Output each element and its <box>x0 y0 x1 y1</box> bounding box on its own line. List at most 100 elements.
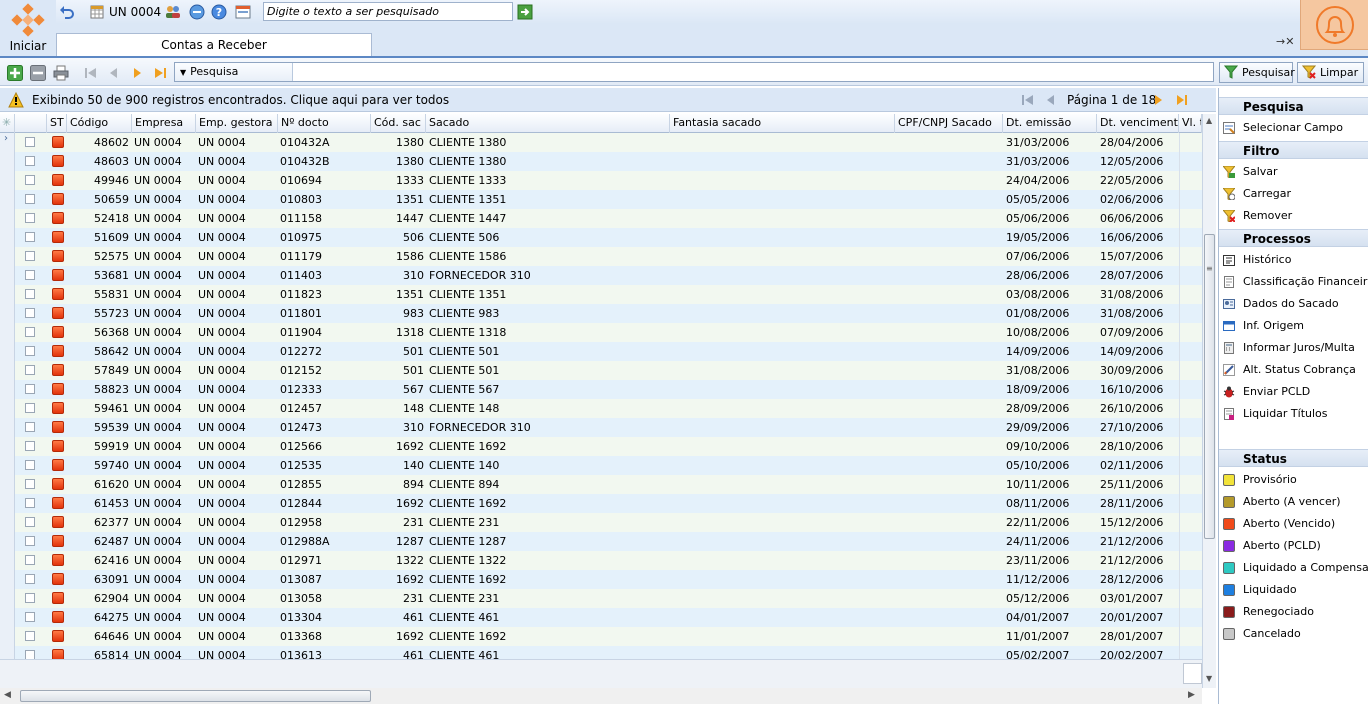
table-row[interactable]: 57849 UN 0004 UN 0004 012152 501 CLIENTE 501 3… <box>0 361 1202 380</box>
next-page-icon[interactable] <box>1153 94 1165 106</box>
company-unit-label[interactable]: UN 0004 <box>109 4 161 20</box>
first-page-icon[interactable] <box>1022 94 1034 106</box>
users-icon[interactable] <box>164 3 182 21</box>
row-selector[interactable] <box>0 342 15 361</box>
header-check[interactable] <box>15 114 47 133</box>
header-cod-sac[interactable]: Cód. sac <box>371 114 426 133</box>
header-vl[interactable]: Vl. t <box>1179 114 1202 133</box>
row-checkbox[interactable] <box>25 460 35 470</box>
next-record-icon[interactable] <box>128 64 145 81</box>
row-selector[interactable] <box>0 228 15 247</box>
row-selector[interactable] <box>0 456 15 475</box>
row-selector[interactable] <box>0 494 15 513</box>
table-row[interactable]: 59919 UN 0004 UN 0004 012566 1692 CLIENTE 169… <box>0 437 1202 456</box>
search-dropdown[interactable]: ▼ Pesquisa <box>175 63 293 81</box>
go-arrow-icon[interactable] <box>516 3 534 21</box>
row-selector[interactable] <box>0 532 15 551</box>
table-row[interactable]: 51609 UN 0004 UN 0004 010975 506 CLIENTE 506 1… <box>0 228 1202 247</box>
table-row[interactable]: 59539 UN 0004 UN 0004 012473 310 FORNECEDOR 3… <box>0 418 1202 437</box>
header-dt-vencimento[interactable]: Dt. vencimento <box>1097 114 1179 133</box>
close-tab-icon[interactable]: →✕ <box>1276 35 1294 48</box>
table-row[interactable]: 62377 UN 0004 UN 0004 012958 231 CLIENTE 231 2… <box>0 513 1202 532</box>
row-checkbox[interactable] <box>25 327 35 337</box>
table-row[interactable]: 58642 UN 0004 UN 0004 012272 501 CLIENTE 501 1… <box>0 342 1202 361</box>
row-selector[interactable] <box>0 152 15 171</box>
header-empresa[interactable]: Empresa <box>132 114 196 133</box>
search-filter-field[interactable]: ▼ Pesquisa <box>174 62 1214 82</box>
horizontal-scrollbar[interactable]: ◀ ▶ <box>0 688 1202 704</box>
row-selector[interactable] <box>0 190 15 209</box>
row-selector[interactable] <box>0 399 15 418</box>
minimize-window-icon[interactable] <box>188 3 206 21</box>
header-cpf-cnpj[interactable]: CPF/CNPJ Sacado <box>895 114 1003 133</box>
table-row[interactable]: 62904 UN 0004 UN 0004 013058 231 CLIENTE 231 0… <box>0 589 1202 608</box>
undo-icon[interactable] <box>58 3 76 21</box>
row-checkbox[interactable] <box>25 536 35 546</box>
row-checkbox[interactable] <box>25 517 35 527</box>
table-row[interactable]: 62416 UN 0004 UN 0004 012971 1322 CLIENTE 132… <box>0 551 1202 570</box>
row-checkbox[interactable] <box>25 650 35 659</box>
select-all-icon[interactable]: ✳ <box>0 114 15 133</box>
scroll-down-icon[interactable]: ▼ <box>1206 674 1212 683</box>
calendar-grid-icon[interactable] <box>88 3 106 21</box>
row-selector[interactable] <box>0 437 15 456</box>
row-selector[interactable] <box>0 285 15 304</box>
row-checkbox[interactable] <box>25 175 35 185</box>
scroll-right-icon[interactable]: ▶ <box>1188 690 1195 700</box>
row-selector[interactable] <box>0 646 15 659</box>
row-checkbox[interactable] <box>25 365 35 375</box>
row-checkbox[interactable] <box>25 194 35 204</box>
row-selector[interactable] <box>0 323 15 342</box>
row-checkbox[interactable] <box>25 403 35 413</box>
limpar-button[interactable]: Limpar <box>1297 62 1364 83</box>
row-selector[interactable] <box>0 418 15 437</box>
row-checkbox[interactable] <box>25 156 35 166</box>
row-checkbox[interactable] <box>25 232 35 242</box>
row-checkbox[interactable] <box>25 422 35 432</box>
global-search-input[interactable]: Digite o texto a ser pesquisado <box>263 2 513 21</box>
row-checkbox[interactable] <box>25 498 35 508</box>
table-row[interactable]: 49946 UN 0004 UN 0004 010694 1333 CLIENTE 133… <box>0 171 1202 190</box>
row-checkbox[interactable] <box>25 384 35 394</box>
tab-contas-a-receber[interactable]: Contas a Receber <box>56 33 372 57</box>
last-page-icon[interactable] <box>1176 94 1188 106</box>
notifications-bell-icon[interactable] <box>1300 0 1368 50</box>
vertical-scroll-thumb[interactable] <box>1204 234 1215 539</box>
table-row[interactable]: 59461 UN 0004 UN 0004 012457 148 CLIENTE 148 2… <box>0 399 1202 418</box>
row-checkbox[interactable] <box>25 593 35 603</box>
header-st[interactable]: ST <box>47 114 67 133</box>
prev-record-icon[interactable] <box>105 64 122 81</box>
last-record-icon[interactable] <box>151 64 168 81</box>
table-row[interactable]: 48603 UN 0004 UN 0004 010432B 1380 CLIENTE 13… <box>0 152 1202 171</box>
row-checkbox[interactable] <box>25 346 35 356</box>
table-row[interactable]: 55723 UN 0004 UN 0004 011801 983 CLIENTE 983 0… <box>0 304 1202 323</box>
table-row[interactable]: 62487 UN 0004 UN 0004 012988A 1287 CLIENTE 12… <box>0 532 1202 551</box>
row-checkbox[interactable] <box>25 441 35 451</box>
row-checkbox[interactable] <box>25 612 35 622</box>
row-selector[interactable] <box>0 513 15 532</box>
row-checkbox[interactable] <box>25 213 35 223</box>
row-selector[interactable] <box>0 627 15 646</box>
header-sacado[interactable]: Sacado <box>426 114 670 133</box>
window-layout-icon[interactable] <box>234 3 252 21</box>
table-row[interactable]: 55831 UN 0004 UN 0004 011823 1351 CLIENTE 135… <box>0 285 1202 304</box>
row-selector[interactable] <box>0 247 15 266</box>
table-row[interactable]: 56368 UN 0004 UN 0004 011904 1318 CLIENTE 131… <box>0 323 1202 342</box>
horizontal-scroll-thumb[interactable] <box>20 690 371 702</box>
row-selector[interactable] <box>0 608 15 627</box>
header-dt-emissao[interactable]: Dt. emissão <box>1003 114 1097 133</box>
row-selector[interactable] <box>0 266 15 285</box>
table-row[interactable]: 64646 UN 0004 UN 0004 013368 1692 CLIENTE 169… <box>0 627 1202 646</box>
vertical-scrollbar[interactable]: ▲ ≡ ▼ <box>1202 114 1216 688</box>
first-record-icon[interactable] <box>82 64 99 81</box>
row-checkbox[interactable] <box>25 574 35 584</box>
row-checkbox[interactable] <box>25 251 35 261</box>
table-row[interactable]: 63091 UN 0004 UN 0004 013087 1692 CLIENTE 169… <box>0 570 1202 589</box>
header-fantasia[interactable]: Fantasia sacado <box>670 114 895 133</box>
pesquisar-button[interactable]: Pesquisar <box>1219 62 1295 83</box>
row-checkbox[interactable] <box>25 555 35 565</box>
row-selector[interactable] <box>0 380 15 399</box>
table-row[interactable]: 52575 UN 0004 UN 0004 011179 1586 CLIENTE 158… <box>0 247 1202 266</box>
table-row[interactable]: 64275 UN 0004 UN 0004 013304 461 CLIENTE 461 0… <box>0 608 1202 627</box>
row-selector[interactable] <box>0 171 15 190</box>
